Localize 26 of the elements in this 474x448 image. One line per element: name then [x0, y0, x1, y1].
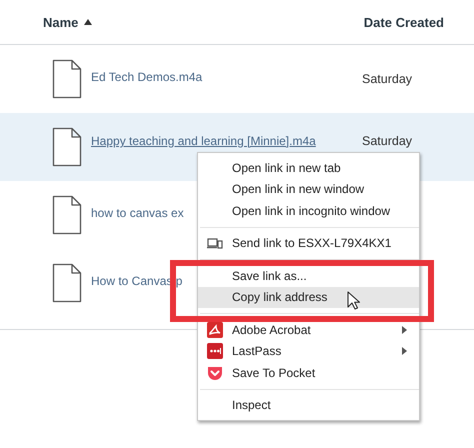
menu-item[interactable]: LastPass [198, 340, 419, 362]
file-link[interactable]: how to canvas ex [91, 206, 184, 220]
pocket-icon [207, 364, 223, 381]
menu-item[interactable]: Open link in new window [198, 178, 419, 200]
file-icon [52, 127, 82, 167]
menu-item[interactable]: Adobe Acrobat [198, 319, 419, 340]
menu-item[interactable]: Open link in new tab [198, 157, 419, 178]
file-link[interactable]: Happy teaching and learning [Minnie].m4a [91, 134, 316, 148]
menu-item[interactable]: Send link to ESXX-L79X4KX1 [198, 232, 419, 254]
file-icon [52, 59, 82, 99]
file-link[interactable]: Ed Tech Demos.m4a [91, 70, 202, 84]
menu-item[interactable]: Save link as... [198, 265, 419, 286]
menu-item[interactable]: Copy link address [198, 286, 419, 308]
file-icon [52, 263, 82, 303]
date-text: Saturday [362, 134, 412, 148]
menu-item[interactable]: Inspect [198, 394, 419, 416]
dots-icon [207, 343, 223, 360]
mouse-cursor-icon [347, 291, 361, 311]
menu-item[interactable]: Open link in incognito window [198, 200, 419, 222]
column-header[interactable]: Date Created [364, 14, 474, 30]
column-header[interactable]: Name [0, 14, 92, 30]
menu-item[interactable]: Save To Pocket [198, 362, 419, 384]
devices-icon [207, 238, 223, 249]
document-icon [207, 322, 223, 338]
date-text: Saturday [362, 72, 412, 86]
file-icon [52, 195, 82, 235]
